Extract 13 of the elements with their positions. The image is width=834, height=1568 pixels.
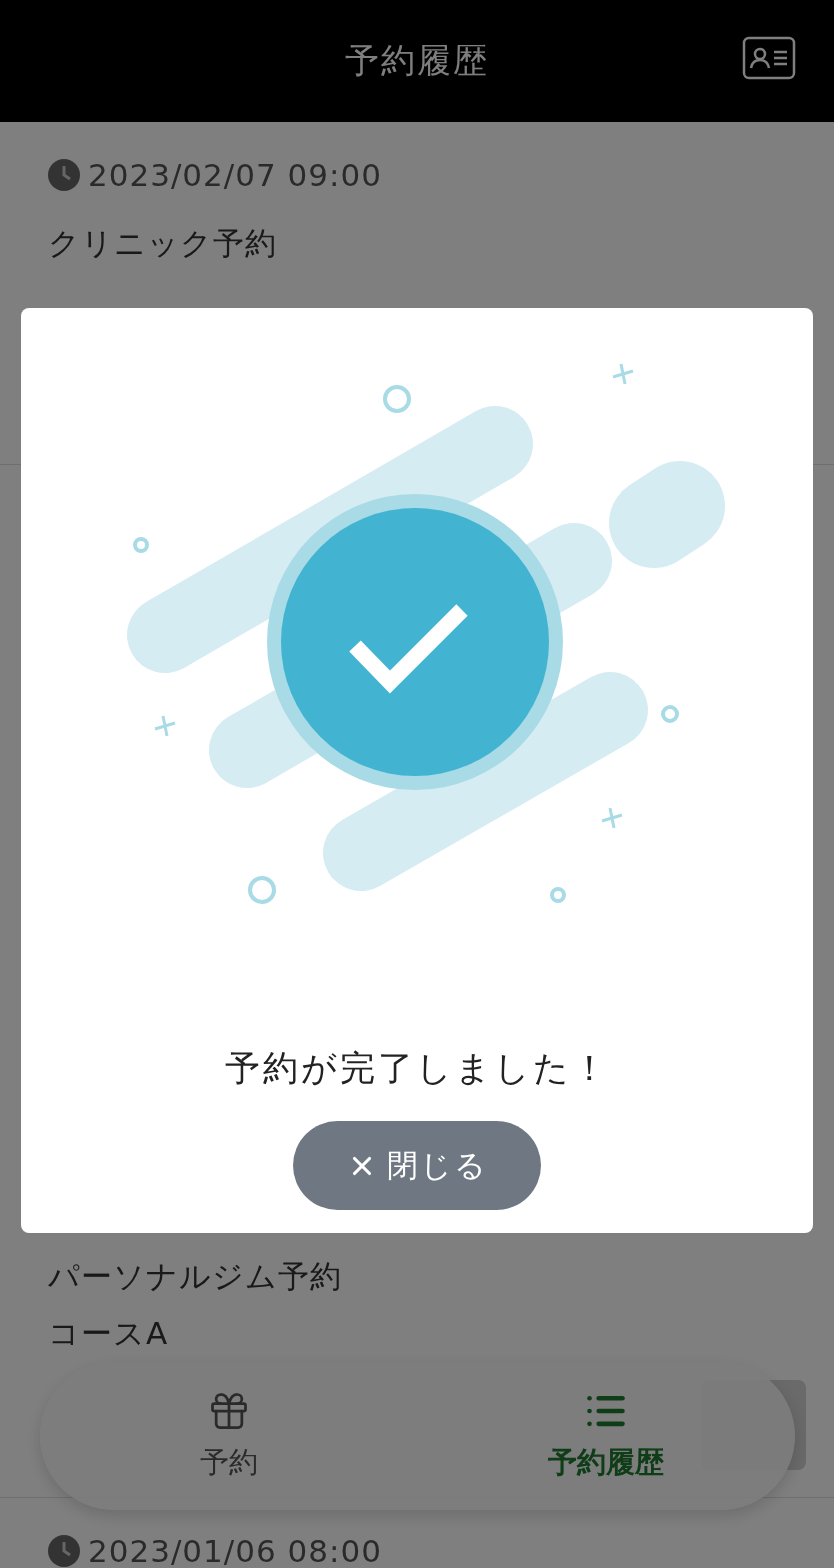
tab[interactable]: 予約履歴 (417, 1362, 795, 1510)
reservation-detail: コースA (48, 1314, 170, 1353)
id-card-button[interactable] (742, 36, 796, 80)
reservation-title: クリニック予約 (48, 224, 278, 263)
tab[interactable]: 予約 (40, 1362, 418, 1510)
clock-icon (48, 159, 80, 191)
success-message: 予約が完了しました！ (224, 1047, 610, 1090)
clock-icon (48, 1535, 80, 1567)
reservation-title: パーソナルジム予約 (48, 1257, 343, 1296)
page-title: 予約履歴 (345, 39, 489, 82)
reservation-time: 2023/02/07 09:00 (88, 157, 382, 193)
reservation-time: 2023/01/06 08:00 (88, 1533, 382, 1568)
close-button[interactable]: 閉じる (293, 1121, 541, 1210)
